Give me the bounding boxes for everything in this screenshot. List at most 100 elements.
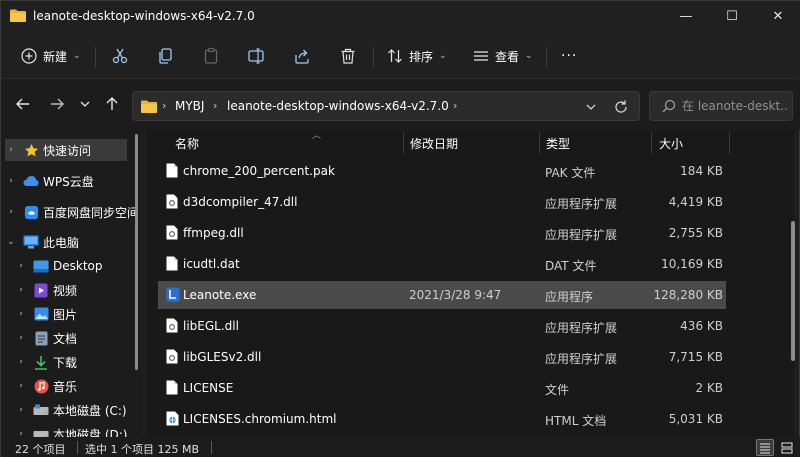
column-header-name[interactable]: ︿ 名称 [175, 130, 403, 156]
new-button[interactable]: 新建 ⌄ [21, 41, 81, 71]
view-button[interactable]: 查看 ⌄ [473, 41, 533, 71]
chevron-right-icon[interactable]: › [15, 381, 27, 391]
column-header-type[interactable]: 类型 [546, 130, 651, 156]
dll-icon [166, 318, 178, 333]
minimize-button[interactable]: — [663, 1, 709, 31]
file-row[interactable]: chrome_200_percent.pak PAK 文件 184 KB [158, 157, 726, 185]
chevron-right-icon[interactable]: › [15, 261, 27, 271]
copy-icon [159, 48, 172, 64]
maximize-button[interactable]: ☐ [709, 1, 755, 31]
refresh-button[interactable] [609, 96, 633, 118]
chevron-right-icon[interactable]: › [15, 285, 27, 295]
column-header-date-label: 修改日期 [410, 136, 459, 151]
file-row[interactable]: icudtl.dat DAT 文件 10,169 KB [158, 250, 726, 278]
sidebar-item-downloads[interactable]: › 下载 [15, 351, 77, 373]
column-divider[interactable] [539, 132, 540, 154]
sidebar-item-desktop[interactable]: › Desktop [15, 255, 102, 277]
cut-button[interactable] [111, 41, 129, 71]
chevron-right-icon[interactable]: › [15, 405, 27, 415]
search-box[interactable] [649, 91, 793, 121]
sidebar-item-pictures[interactable]: › 图片 [15, 303, 77, 325]
chevron-down-icon[interactable]: ⌄ [5, 237, 17, 247]
more-button[interactable]: ··· [561, 41, 577, 71]
file-type: 应用程序扩展 [545, 352, 618, 366]
chevron-right-icon[interactable]: › [15, 429, 27, 437]
sidebar-item-quick-access[interactable]: › 快速访问 [5, 139, 127, 161]
forward-button[interactable] [45, 92, 69, 116]
back-button[interactable] [11, 92, 35, 116]
column-divider[interactable] [403, 132, 404, 154]
address-bar[interactable]: › MYBJ › leanote-desktop-windows-x64-v2.… [132, 91, 640, 121]
sidebar-item-label: 快速访问 [43, 143, 92, 158]
file-row[interactable]: libEGL.dll 应用程序扩展 436 KB [158, 312, 726, 340]
sidebar-item-label: 图片 [53, 307, 78, 322]
sidebar-item-music[interactable]: › 音乐 [15, 375, 77, 397]
column-header-size[interactable]: 大小 [659, 130, 729, 156]
file-row[interactable]: ffmpeg.dll 应用程序扩展 2,755 KB [158, 219, 726, 247]
file-row[interactable]: d3dcompiler_47.dll 应用程序扩展 4,419 KB [158, 188, 726, 216]
file-row[interactable]: LICENSES.chromium.html HTML 文档 5,031 KB [158, 405, 726, 433]
file-date: 2021/3/28 9:47 [409, 288, 502, 302]
breadcrumb-current-folder[interactable]: leanote-desktop-windows-x64-v2.7.0 [227, 99, 449, 113]
chevron-right-icon[interactable]: › [5, 207, 17, 217]
close-button[interactable]: ✕ [755, 1, 800, 31]
chevron-right-icon[interactable]: › [15, 357, 27, 367]
share-button[interactable] [293, 41, 311, 71]
sidebar-item-baidu-netdisk[interactable]: › 百度网盘同步空间 [5, 201, 139, 223]
sidebar-item-label: 音乐 [53, 379, 78, 394]
file-row[interactable]: LICENSE 文件 2 KB [158, 374, 726, 402]
status-divider [77, 441, 78, 454]
file-size: 5,031 KB [668, 412, 723, 426]
sidebar-item-videos[interactable]: › 视频 [15, 279, 77, 301]
column-divider[interactable] [729, 132, 730, 154]
file-size: 2 KB [695, 381, 723, 395]
details-view-button[interactable] [756, 439, 774, 456]
chevron-right-icon[interactable]: › [5, 176, 17, 186]
file-icon [166, 256, 178, 271]
file-icon [166, 380, 178, 395]
tiles-view-button[interactable] [778, 439, 796, 456]
file-type: 应用程序扩展 [545, 321, 618, 335]
breadcrumb-separator: › [213, 99, 218, 112]
music-icon [33, 378, 49, 394]
copy-button[interactable] [157, 41, 175, 71]
trash-icon [341, 48, 355, 64]
file-row[interactable]: libGLESv2.dll 应用程序扩展 7,715 KB [158, 343, 726, 371]
sidebar-item-documents[interactable]: › 文档 [15, 327, 77, 349]
rename-icon [248, 48, 264, 64]
paste-button[interactable] [202, 41, 220, 71]
search-input[interactable] [682, 97, 788, 115]
column-header-date[interactable]: 修改日期 [410, 130, 540, 156]
arrow-left-icon [16, 98, 29, 110]
chevron-right-icon[interactable]: › [15, 333, 27, 343]
sidebar-item-drive-d[interactable]: › 本地磁盘 (D:) [15, 423, 127, 437]
close-icon: ✕ [772, 8, 784, 24]
file-size: 4,419 KB [668, 195, 723, 209]
file-type: HTML 文档 [545, 414, 607, 428]
column-divider[interactable] [651, 132, 652, 154]
recent-locations-button[interactable] [73, 92, 97, 116]
file-row-selected[interactable]: Leanote.exe 2021/3/28 9:47 应用程序 128,280 … [158, 281, 726, 309]
chevron-right-icon[interactable]: › [15, 309, 27, 319]
sidebar-item-label: 百度网盘同步空间 [43, 205, 140, 220]
address-history-button[interactable] [579, 97, 603, 117]
delete-button[interactable] [339, 41, 357, 71]
maximize-icon: ☐ [726, 8, 738, 24]
file-list-scrollbar[interactable] [791, 221, 795, 361]
list-view-icon [474, 51, 488, 61]
toolbar-divider [95, 47, 96, 67]
rename-button[interactable] [247, 41, 265, 71]
clipboard-icon [204, 47, 218, 64]
chevron-right-icon[interactable]: › [5, 145, 17, 155]
sort-button[interactable]: 排序 ⌄ [387, 41, 447, 71]
sidebar-item-this-pc[interactable]: ⌄ 此电脑 [5, 231, 79, 253]
up-button[interactable] [100, 92, 124, 116]
sidebar-item-wps-cloud[interactable]: › WPS云盘 [5, 170, 94, 192]
breadcrumb-mybj[interactable]: MYBJ [175, 99, 204, 113]
folder-icon [10, 9, 26, 22]
sort-label: 排序 [409, 49, 434, 64]
navigation-pane: › 快速访问 › WPS云盘 › 百度网盘同步空间 ⌄ 此电脑 › Deskto… [1, 130, 141, 437]
file-name: LICENSES.chromium.html [183, 412, 337, 426]
sidebar-scrollbar[interactable] [135, 134, 138, 370]
sidebar-item-drive-c[interactable]: › 本地磁盘 (C:) [15, 399, 126, 421]
